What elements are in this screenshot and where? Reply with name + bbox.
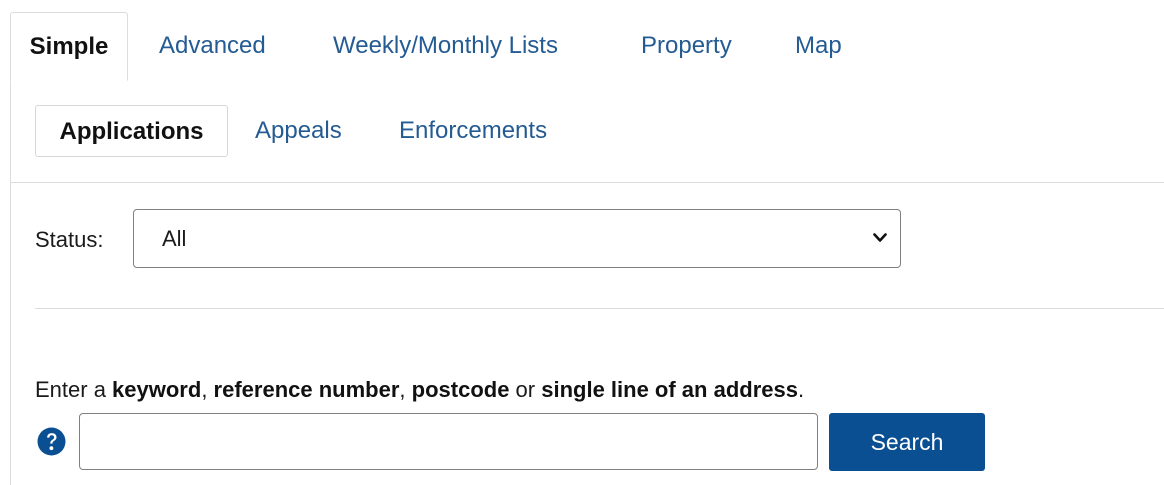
sub-tab-appeals[interactable]: Appeals xyxy=(255,105,342,157)
sub-tab-bar: Applications Appeals Enforcements xyxy=(11,80,1164,183)
instruction-separator: or xyxy=(509,377,542,402)
search-button[interactable]: Search xyxy=(829,413,985,471)
tab-advanced[interactable]: Advanced xyxy=(159,12,266,80)
tab-simple[interactable]: Simple xyxy=(10,12,128,81)
tab-weekly-monthly-lists[interactable]: Weekly/Monthly Lists xyxy=(333,12,558,80)
instruction-separator: , xyxy=(201,377,214,402)
sub-tab-applications[interactable]: Applications xyxy=(35,105,228,157)
status-label: Status: xyxy=(35,227,104,252)
instruction-postcode: postcode xyxy=(411,377,510,402)
status-selected-value: All xyxy=(162,226,187,251)
instruction-keyword: keyword xyxy=(112,377,202,402)
top-tab-bar: Simple Advanced Weekly/Monthly Lists Pro… xyxy=(10,12,1164,81)
tab-map[interactable]: Map xyxy=(795,12,842,80)
planning-search-page: Simple Advanced Weekly/Monthly Lists Pro… xyxy=(0,0,1164,485)
instruction-suffix: . xyxy=(797,377,805,402)
status-select[interactable]: All xyxy=(133,209,901,268)
instruction-separator: , xyxy=(399,377,412,402)
instruction-prefix: Enter a xyxy=(35,377,113,402)
search-instructions: Enter a keyword, reference number, postc… xyxy=(35,372,804,408)
instruction-reference-number: reference number xyxy=(213,377,400,402)
search-input[interactable] xyxy=(79,413,818,470)
instruction-address: single line of an address xyxy=(541,377,798,402)
section-divider xyxy=(35,308,1164,309)
sub-tab-enforcements[interactable]: Enforcements xyxy=(399,105,547,157)
chevron-down-icon xyxy=(873,233,887,242)
tab-property[interactable]: Property xyxy=(641,12,732,80)
question-circle-icon[interactable] xyxy=(37,427,66,456)
